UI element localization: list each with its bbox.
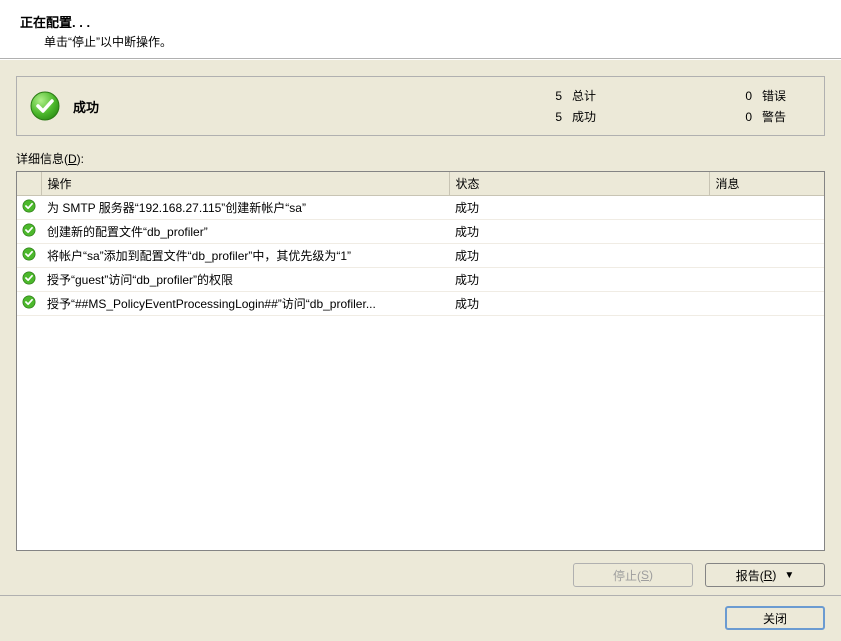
- status-panel: 成功 5 总计 0 错误 5 成功 0 警告: [16, 76, 825, 136]
- page-title: 正在配置. . .: [20, 12, 821, 31]
- col-icon-header[interactable]: [17, 172, 41, 196]
- row-status: 成功: [449, 220, 709, 244]
- footer: 关闭: [0, 595, 841, 641]
- total-count: 5: [546, 89, 562, 103]
- warning-label: 警告: [762, 108, 802, 125]
- details-label: 详细信息(D):: [16, 150, 825, 167]
- row-action: 授予“guest”访问“db_profiler”的权限: [41, 268, 449, 292]
- table-row[interactable]: 创建新的配置文件“db_profiler”成功: [17, 220, 824, 244]
- col-action-header[interactable]: 操作: [41, 172, 449, 196]
- row-message: [709, 292, 824, 316]
- stop-button: 停止(S): [573, 563, 693, 587]
- col-status-header[interactable]: 状态: [449, 172, 709, 196]
- stats-grid: 5 总计 0 错误 5 成功 0 警告: [546, 87, 802, 125]
- content-area: 成功 5 总计 0 错误 5 成功 0 警告 详细信息(D):: [0, 59, 841, 595]
- row-action: 将帐户“sa”添加到配置文件“db_profiler”中，其优先级为“1”: [41, 244, 449, 268]
- row-message: [709, 196, 824, 220]
- row-message: [709, 244, 824, 268]
- row-action: 授予“##MS_PolicyEventProcessingLogin##”访问“…: [41, 292, 449, 316]
- error-label: 错误: [762, 87, 802, 104]
- row-message: [709, 268, 824, 292]
- row-status-icon: [17, 220, 41, 244]
- details-table: 操作 状态 消息 为 SMTP 服务器“192.168.27.115”创建新帐户…: [16, 171, 825, 551]
- total-label: 总计: [572, 87, 612, 104]
- row-status: 成功: [449, 196, 709, 220]
- row-action: 为 SMTP 服务器“192.168.27.115”创建新帐户“sa”: [41, 196, 449, 220]
- row-status: 成功: [449, 244, 709, 268]
- warning-count: 0: [622, 110, 752, 124]
- status-label: 成功: [73, 97, 99, 116]
- row-status-icon: [17, 196, 41, 220]
- report-button[interactable]: 报告(R) ▼: [705, 563, 825, 587]
- table-row[interactable]: 授予“##MS_PolicyEventProcessingLogin##”访问“…: [17, 292, 824, 316]
- table-row[interactable]: 将帐户“sa”添加到配置文件“db_profiler”中，其优先级为“1”成功: [17, 244, 824, 268]
- row-status-icon: [17, 268, 41, 292]
- row-status: 成功: [449, 292, 709, 316]
- header: 正在配置. . . 单击“停止”以中断操作。: [0, 0, 841, 59]
- row-status-icon: [17, 292, 41, 316]
- row-status: 成功: [449, 268, 709, 292]
- button-row: 停止(S) 报告(R) ▼: [16, 563, 825, 587]
- table-row[interactable]: 为 SMTP 服务器“192.168.27.115”创建新帐户“sa”成功: [17, 196, 824, 220]
- dropdown-arrow-icon: ▼: [784, 570, 794, 581]
- row-message: [709, 220, 824, 244]
- close-button[interactable]: 关闭: [725, 606, 825, 630]
- success-count: 5: [546, 110, 562, 124]
- col-message-header[interactable]: 消息: [709, 172, 824, 196]
- row-action: 创建新的配置文件“db_profiler”: [41, 220, 449, 244]
- page-subtitle: 单击“停止”以中断操作。: [44, 33, 821, 50]
- table-row[interactable]: 授予“guest”访问“db_profiler”的权限成功: [17, 268, 824, 292]
- success-icon: [29, 90, 61, 122]
- success-label: 成功: [572, 108, 612, 125]
- error-count: 0: [622, 89, 752, 103]
- row-status-icon: [17, 244, 41, 268]
